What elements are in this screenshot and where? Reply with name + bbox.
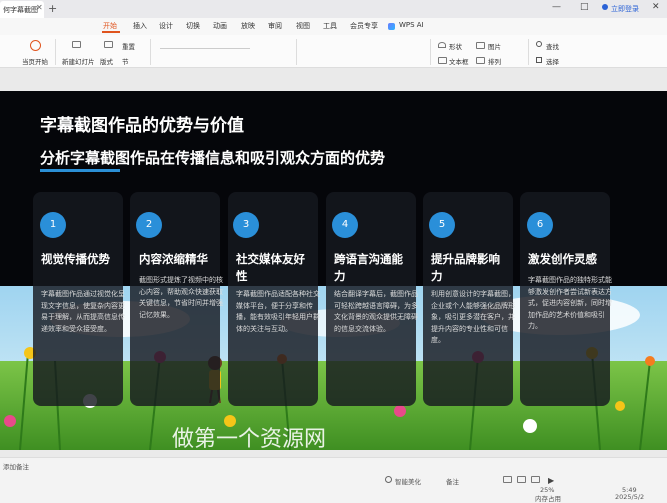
ribbon-separator <box>430 39 431 65</box>
image-icon <box>476 42 485 49</box>
play-icon <box>30 40 41 51</box>
section-button[interactable]: 节 <box>122 56 129 66</box>
smart-beautify-button[interactable]: 智能美化 <box>395 476 421 486</box>
card-body: 字幕截图作品的独特形式能够激发创作者尝试新表达方式，促进内容创新，同时增加作品的… <box>528 276 612 330</box>
card-body: 利用创意设计的字幕截图，企业或个人能够强化品牌形象，吸引更多潜在客户，并提升内容… <box>431 290 515 344</box>
menu-review[interactable]: 审阅 <box>268 21 282 31</box>
new-slide-icon <box>72 41 81 48</box>
card-title: 内容浓缩精华 <box>139 252 208 266</box>
search-icon <box>536 41 542 47</box>
menu-animation[interactable]: 动画 <box>213 21 227 31</box>
textbox-icon <box>438 57 447 64</box>
card-body: 字幕截图作品适配各种社交媒体平台，便于分享和传播，能有效吸引年轻用户群体的关注与… <box>236 290 320 333</box>
menu-wps-ai[interactable]: WPS AI <box>399 21 424 29</box>
card-number-badge: 1 <box>40 212 66 238</box>
document-tab-label: 何字幕截图 <box>3 6 38 14</box>
card-title: 视觉传播优势 <box>41 252 110 266</box>
reset-button[interactable]: 重置 <box>122 41 135 51</box>
slide-subtitle[interactable]: 分析字幕截图作品在传播信息和吸引观众方面的优势 <box>40 147 385 168</box>
maximize-button[interactable]: □ <box>580 2 589 12</box>
memory-usage: 内存占用 <box>535 495 561 503</box>
ribbon-separator <box>150 39 151 65</box>
paragraph-format-group[interactable] <box>305 41 425 49</box>
sorter-view-icon[interactable] <box>517 476 526 483</box>
layout-button[interactable]: 版式 <box>100 56 113 66</box>
slide[interactable]: 字幕截图作品的优势与价值 分析字幕截图作品在传播信息和吸引观众方面的优势 1 2… <box>0 91 667 450</box>
normal-view-icon[interactable] <box>503 476 512 483</box>
subtitle-underline <box>40 169 120 172</box>
ribbon-separator <box>296 39 297 65</box>
slide-title[interactable]: 字幕截图作品的优势与价值 <box>40 111 244 136</box>
new-slide-button[interactable]: 新建幻灯片 <box>62 56 95 66</box>
watermark-text: 做第一个资源网 <box>172 427 327 450</box>
ribbon-toolbar: 当页开始 新建幻灯片 版式 重置 节 形状 图片 文本框 排列 查找 选择 <box>0 35 667 68</box>
card-number-badge: 5 <box>429 212 455 238</box>
menu-bar: 开始 插入 设计 切换 动画 放映 审阅 视图 工具 会员专享 WPS AI <box>0 18 667 35</box>
login-link[interactable]: 立即登录 <box>611 4 639 14</box>
card-body: 截图形式提炼了视频中的核心内容，帮助观众快速获取关键信息，节省时间并增强记忆效果… <box>139 276 223 319</box>
title-bar: 何字幕截图 ✕ + — □ 立即登录 ✕ <box>0 0 667 18</box>
menu-design[interactable]: 设计 <box>159 21 173 31</box>
notes-placeholder[interactable]: 添加备注 <box>3 461 29 471</box>
wps-ai-icon <box>388 23 395 30</box>
font-format-group[interactable] <box>160 55 280 63</box>
menu-view[interactable]: 视图 <box>296 21 310 31</box>
menu-start[interactable]: 开始 <box>103 21 117 31</box>
close-tab-icon[interactable]: ✕ <box>36 3 43 12</box>
textbox-button[interactable]: 文本框 <box>449 56 469 66</box>
menu-member[interactable]: 会员专享 <box>350 21 378 31</box>
card-body: 结合翻译字幕后，截图作品可轻松跨越语言障碍，为多文化背景的观众提供无障碍的信息交… <box>334 290 418 333</box>
card-number-badge: 6 <box>527 212 553 238</box>
arrange-icon <box>476 57 485 64</box>
shape-button[interactable]: 形状 <box>449 41 462 51</box>
card-title: 激发创作灵感 <box>528 252 597 266</box>
close-window-button[interactable]: ✕ <box>652 2 660 12</box>
beautify-icon <box>385 476 392 483</box>
shape-icon <box>438 42 446 48</box>
menu-slideshow[interactable]: 放映 <box>241 21 255 31</box>
ribbon-separator <box>528 39 529 65</box>
card-number-badge: 3 <box>233 212 259 238</box>
card-title: 跨语言沟通能力 <box>334 252 403 283</box>
user-icon <box>602 4 608 10</box>
card-title: 社交媒体友好性 <box>236 252 305 283</box>
from-current-slide-button[interactable]: 当页开始 <box>22 56 48 66</box>
layout-icon <box>104 41 113 48</box>
find-button[interactable]: 查找 <box>546 41 559 51</box>
menu-insert[interactable]: 插入 <box>133 21 147 31</box>
image-button[interactable]: 图片 <box>488 41 501 51</box>
arrange-button[interactable]: 排列 <box>488 56 501 66</box>
ribbon-separator <box>55 39 56 65</box>
new-tab-button[interactable]: + <box>48 2 57 15</box>
select-button[interactable]: 选择 <box>546 56 559 66</box>
status-bar: 添加备注 智能美化 备注 ▶ 25% 内存占用 5:49 2025/5/2 <box>0 457 667 503</box>
active-menu-indicator <box>102 31 120 33</box>
notes-button[interactable]: 备注 <box>446 476 459 486</box>
menu-transition[interactable]: 切换 <box>186 21 200 31</box>
card-title: 提升品牌影响力 <box>431 252 500 283</box>
reading-view-icon[interactable] <box>531 476 540 483</box>
card-body: 字幕截图作品通过视觉化呈现文字信息，使复杂内容更易于理解，从而提高信息传递效率和… <box>41 290 125 333</box>
card-number-badge: 2 <box>136 212 162 238</box>
select-icon <box>536 57 542 63</box>
font-family-select[interactable] <box>160 41 250 49</box>
play-slideshow-icon[interactable]: ▶ <box>548 476 554 485</box>
card-number-badge: 4 <box>332 212 358 238</box>
menu-tools[interactable]: 工具 <box>323 21 337 31</box>
minimize-button[interactable]: — <box>552 2 561 12</box>
